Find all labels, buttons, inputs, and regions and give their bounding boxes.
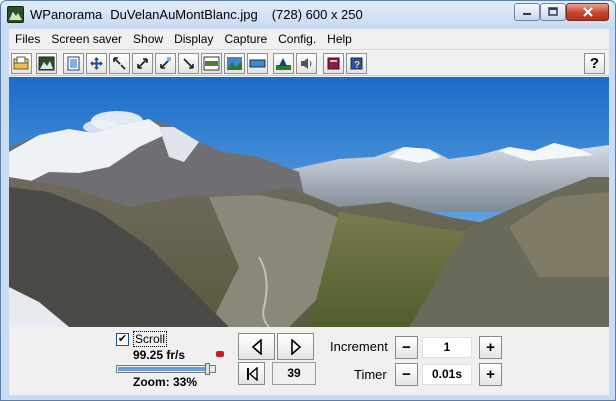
app-logo-icon [7,6,24,23]
zoom-in-arrows-icon [113,57,126,70]
app-window: WPanorama DuVelanAuMontBlanc.jpg (728) 600… [0,0,616,401]
expand-button[interactable] [132,53,153,74]
horizon-bar-button[interactable] [201,53,222,74]
fit-page-icon [67,56,80,71]
pipe-icon [216,351,224,357]
previous-button[interactable] [238,333,275,360]
control-panel: ✔ Scroll 99.25 fr/s Zoom: 33% 39 Increme… [9,327,609,395]
zoom-in-button[interactable] [109,53,130,74]
menu-show[interactable]: Show [127,29,168,49]
close-icon [582,7,593,17]
app-name: WPanorama [30,7,103,22]
close-button[interactable] [566,3,609,21]
book-icon [327,57,340,70]
horizon-bar-icon [203,56,220,71]
panorama-image [9,77,609,327]
minimize-button[interactable] [514,3,540,21]
arrow-down-right-button[interactable] [178,53,199,74]
menu-help[interactable]: Help [321,29,357,49]
mountain-sun-button[interactable] [273,53,294,74]
window-title: WPanorama DuVelanAuMontBlanc.jpg (728) 600… [30,7,363,22]
shrink-arrows-icon [160,57,171,69]
title-bar[interactable]: WPanorama DuVelanAuMontBlanc.jpg (728) 600… [1,1,615,29]
menu-display[interactable]: Display [168,29,218,49]
zoom-slider-fill [118,367,209,371]
zoom-slider-thumb[interactable] [205,363,210,375]
landscape-button[interactable] [224,53,245,74]
maximize-icon [548,7,558,16]
client-area: Files Screen saver Show Display Capture … [9,29,609,395]
triangle-right-icon [290,338,301,355]
expand-arrows-icon [137,58,148,69]
sound-button[interactable] [296,53,317,74]
menu-screen-saver[interactable]: Screen saver [45,29,127,49]
menu-bar: Files Screen saver Show Display Capture … [9,29,609,49]
flat-bar-button[interactable] [247,53,268,74]
timer-plus-button[interactable]: + [479,363,502,386]
frame-counter: 39 [272,362,316,385]
increment-plus-button[interactable]: + [479,336,502,359]
fps-readout: 99.25 fr/s [133,348,186,362]
zoom-label: Zoom: 33% [133,375,198,389]
increment-minus-button[interactable]: − [395,336,418,359]
picture-icon [38,56,55,71]
open-folder-icon [13,56,29,70]
shrink-button[interactable] [155,53,176,74]
triangle-left-icon [251,338,262,355]
menu-capture[interactable]: Capture [218,29,272,49]
maximize-button[interactable] [540,3,566,21]
scroll-label[interactable]: Scroll [133,331,168,347]
arrow-down-right-icon [183,58,194,69]
move-icon [90,57,103,70]
timer-value[interactable]: 0.01s [422,364,472,385]
book-button[interactable] [323,53,344,74]
fit-page-button[interactable] [63,53,84,74]
skip-to-start-icon [246,366,258,381]
minimize-icon [523,13,531,15]
toolbar: ? ? [9,49,609,76]
zoom-slider[interactable] [116,365,216,373]
help-book-button[interactable]: ? [346,53,367,74]
mountain-sun-icon [276,58,291,70]
next-button[interactable] [277,333,314,360]
landscape-icon [227,57,242,70]
open-folder-button[interactable] [11,53,32,74]
increment-value[interactable]: 1 [422,337,472,358]
first-frame-button[interactable] [238,362,265,385]
increment-label: Increment [330,339,388,354]
speaker-icon [301,58,312,69]
menu-config[interactable]: Config. [272,29,321,49]
picture-button[interactable] [36,53,57,74]
move-button[interactable] [86,53,107,74]
svg-text:?: ? [354,60,360,71]
timer-label: Timer [354,367,387,382]
flat-bar-icon [249,59,266,68]
image-info: (728) 600 x 250 [271,7,363,22]
help-book-icon: ? [350,57,363,71]
timer-minus-button[interactable]: − [395,363,418,386]
scroll-checkbox[interactable]: ✔ [116,333,129,346]
menu-files[interactable]: Files [9,29,45,49]
file-name: DuVelanAuMontBlanc.jpg [110,7,258,22]
help-button[interactable]: ? [584,53,605,74]
